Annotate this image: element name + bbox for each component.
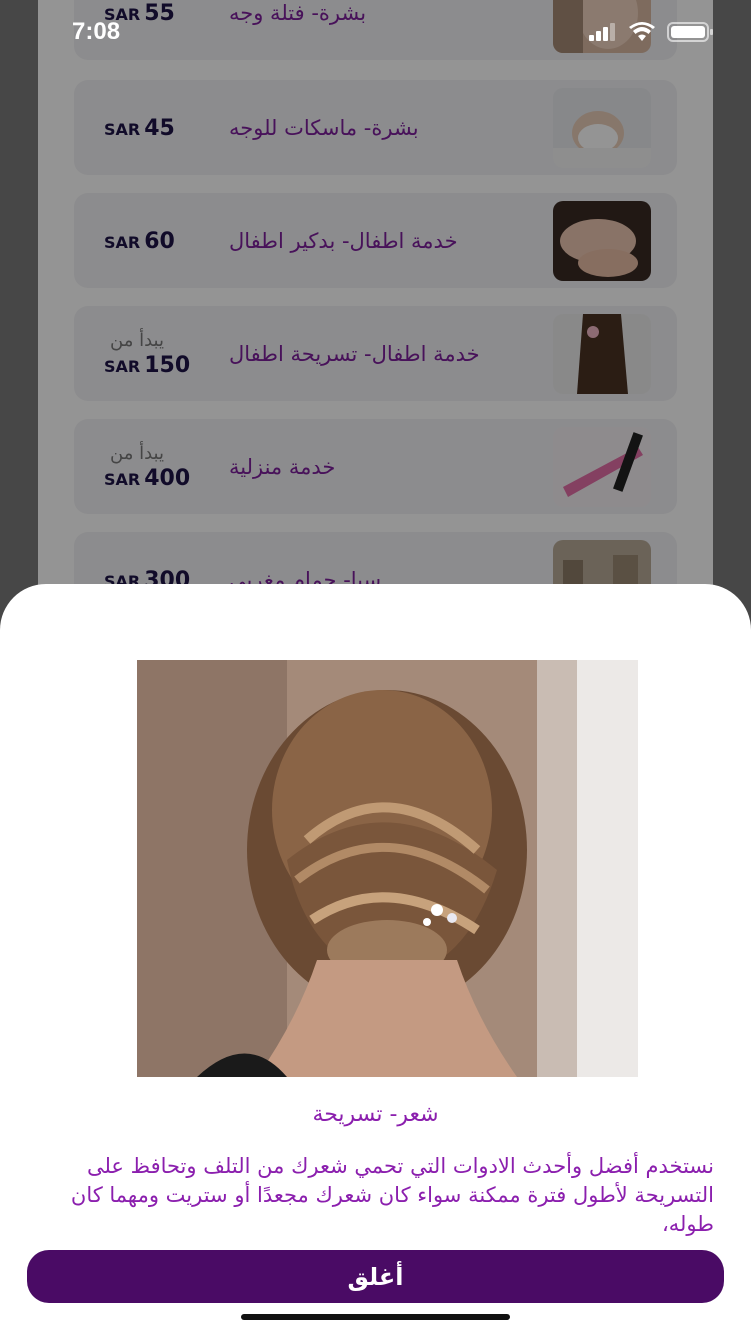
status-time: 7:08 <box>72 18 121 45</box>
home-indicator[interactable] <box>241 1314 510 1320</box>
service-detail-sheet: شعر- تسريحة نستخدم أفضل وأحدث الادوات ال… <box>0 584 751 1334</box>
battery-icon <box>667 22 713 42</box>
sheet-service-title: شعر- تسريحة <box>312 1102 439 1127</box>
signal-icon <box>589 23 615 41</box>
status-bar: 7:08 <box>0 0 751 66</box>
wifi-icon <box>629 22 655 41</box>
close-button[interactable]: أغلق <box>27 1250 724 1303</box>
sheet-service-description: نستخدم أفضل وأحدث الادوات التي تحمي شعرك… <box>70 1154 714 1236</box>
service-hero-image <box>137 660 638 1077</box>
